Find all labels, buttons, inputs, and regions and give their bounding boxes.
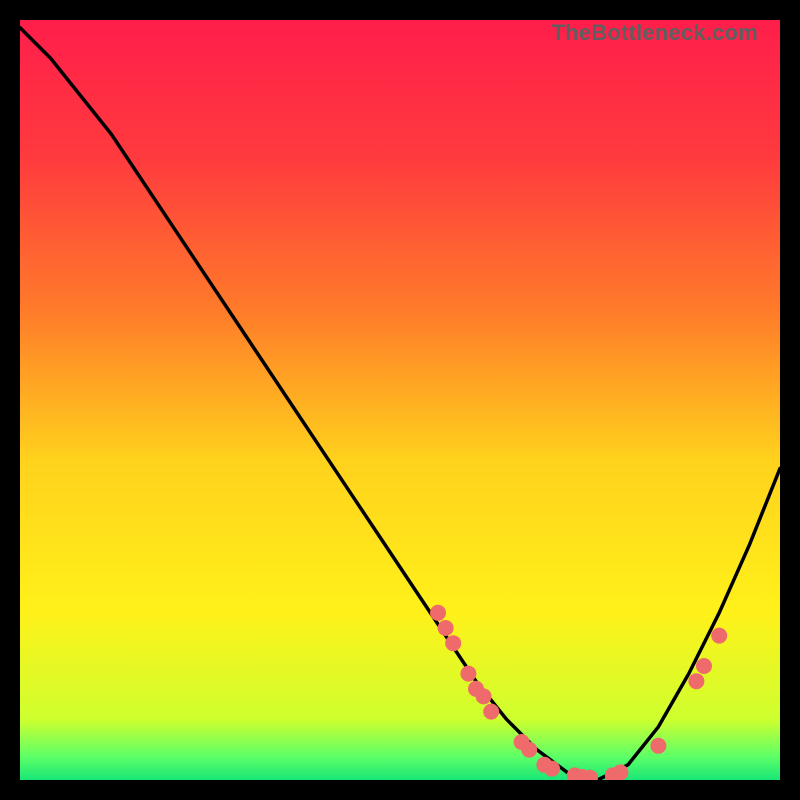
- chart-frame: TheBottleneck.com: [20, 20, 780, 780]
- gradient-background: [20, 20, 780, 780]
- data-point: [430, 605, 446, 621]
- data-point: [438, 620, 454, 636]
- data-point: [521, 742, 537, 758]
- data-point: [445, 635, 461, 651]
- data-point: [688, 673, 704, 689]
- data-point: [612, 764, 628, 780]
- data-point: [476, 688, 492, 704]
- data-point: [696, 658, 712, 674]
- attribution-label: TheBottleneck.com: [552, 20, 758, 46]
- data-point: [483, 704, 499, 720]
- data-point: [650, 738, 666, 754]
- data-point: [460, 666, 476, 682]
- data-point: [711, 628, 727, 644]
- chart-svg: [20, 20, 780, 780]
- data-point: [544, 761, 560, 777]
